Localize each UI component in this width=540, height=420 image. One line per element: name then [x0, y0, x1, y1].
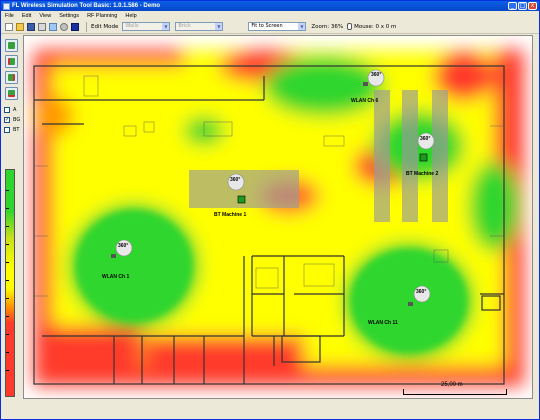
export-icon[interactable]: [49, 22, 57, 31]
access-point-icon: [363, 82, 368, 86]
floor-plan-canvas[interactable]: 360° WLAN Ch 6 360° BT Machine 2 360° BT…: [23, 35, 533, 399]
device-angle: 360°: [371, 72, 381, 78]
maximize-button[interactable]: □: [518, 2, 527, 10]
status-bar: [1, 401, 539, 419]
band-a-checkbox-row[interactable]: A: [4, 107, 16, 113]
zoom-status: Zoom: 36%: [311, 23, 344, 30]
menu-rf-planning[interactable]: RF Planning: [87, 13, 117, 19]
window-title: FL Wireless Simulation Tool Basic: 1.0.1…: [12, 3, 161, 9]
device-label: BT Machine 2: [406, 171, 438, 177]
bluetooth-tool-icon: [8, 74, 15, 81]
access-point-icon: [408, 302, 413, 306]
new-file-icon[interactable]: [5, 22, 13, 31]
legend-tick: [6, 208, 9, 209]
mouse-icon: [347, 23, 353, 30]
band-bt-checkbox-row[interactable]: BT: [4, 127, 19, 133]
client-tool-icon: [8, 90, 15, 97]
band-bt-label: BT: [13, 127, 20, 133]
legend-tick: [6, 334, 9, 335]
legend-tick: [6, 352, 9, 353]
coverage-heatmap[interactable]: 360° WLAN Ch 6 360° BT Machine 2 360° BT…: [24, 36, 533, 399]
close-button[interactable]: x: [528, 2, 537, 10]
legend-tick: [6, 280, 9, 281]
draw-wall-button[interactable]: [5, 39, 18, 52]
legend-tick: [6, 190, 9, 191]
move-icon[interactable]: [71, 22, 79, 31]
legend-tick: [6, 370, 9, 371]
minimize-button[interactable]: _: [508, 2, 517, 10]
legend-tick: [6, 316, 9, 317]
app-icon: [3, 2, 10, 10]
access-point-icon: [111, 254, 116, 258]
device-angle: 360°: [416, 289, 426, 295]
signal-strength-legend: [5, 169, 15, 397]
band-bt-checkbox[interactable]: [4, 127, 10, 133]
wall-type-select[interactable]: Walls ▼: [122, 22, 171, 31]
device-angle: 360°: [230, 177, 240, 183]
menu-file[interactable]: File: [5, 13, 14, 19]
bluetooth-device-icon: [237, 195, 246, 204]
toolbar-separator: [86, 21, 87, 32]
menu-help[interactable]: Help: [125, 13, 136, 19]
zoom-value: Fit to Screen: [251, 23, 283, 29]
open-folder-icon[interactable]: [16, 22, 24, 31]
print-icon[interactable]: [38, 22, 46, 31]
menu-edit[interactable]: Edit: [22, 13, 31, 19]
settings-icon[interactable]: [60, 22, 68, 31]
material-select[interactable]: Brick ▼: [175, 22, 224, 31]
edit-mode-label: Edit Mode: [91, 23, 119, 30]
app-window: FL Wireless Simulation Tool Basic: 1.0.1…: [0, 0, 540, 420]
legend-tick: [6, 244, 9, 245]
access-point-tool-icon: [8, 58, 15, 65]
material-value: Brick: [178, 23, 191, 29]
device-label: WLAN Ch 11: [368, 320, 398, 326]
device-label: WLAN Ch 6: [351, 98, 378, 104]
toolbar: Edit Mode Walls ▼ Brick ▼ Fit to Screen …: [1, 20, 539, 34]
menu-bar: File Edit View Settings RF Planning Help: [1, 11, 539, 20]
save-icon[interactable]: [27, 22, 35, 31]
scale-bar: [403, 389, 507, 395]
legend-tick: [6, 298, 9, 299]
chevron-down-icon: ▼: [162, 23, 170, 30]
machine-rack-1: [374, 90, 390, 222]
band-bg-checkbox[interactable]: ✓: [4, 117, 10, 123]
place-client-button[interactable]: [5, 87, 18, 100]
title-bar[interactable]: FL Wireless Simulation Tool Basic: 1.0.1…: [1, 1, 539, 11]
legend-tick: [6, 226, 9, 227]
chevron-down-icon: ▼: [215, 23, 223, 30]
place-bluetooth-button[interactable]: [5, 71, 18, 84]
band-bg-label: BG: [13, 117, 21, 123]
place-access-point-button[interactable]: [5, 55, 18, 68]
band-bg-checkbox-row[interactable]: ✓ BG: [4, 117, 20, 123]
device-angle: 360°: [420, 136, 430, 142]
chevron-down-icon: ▼: [298, 23, 306, 30]
bluetooth-device-icon: [419, 153, 428, 162]
scale-label: 25,00 m: [441, 382, 463, 388]
mouse-status: Mouse: 0 x 0 m: [354, 23, 397, 30]
wall-type-value: Walls: [125, 23, 139, 29]
menu-settings[interactable]: Settings: [59, 13, 79, 19]
machine-rack-3: [432, 90, 448, 222]
device-label: WLAN Ch 1: [102, 274, 129, 280]
menu-view[interactable]: View: [39, 13, 51, 19]
legend-tick: [6, 262, 9, 263]
band-a-label: A: [13, 107, 17, 113]
wall-tool-icon: [8, 42, 15, 49]
zoom-select[interactable]: Fit to Screen ▼: [248, 22, 307, 31]
machine-rack-2: [402, 90, 418, 222]
device-label: BT Machine 1: [214, 212, 246, 218]
device-angle: 360°: [118, 243, 128, 249]
band-a-checkbox[interactable]: [4, 107, 10, 113]
